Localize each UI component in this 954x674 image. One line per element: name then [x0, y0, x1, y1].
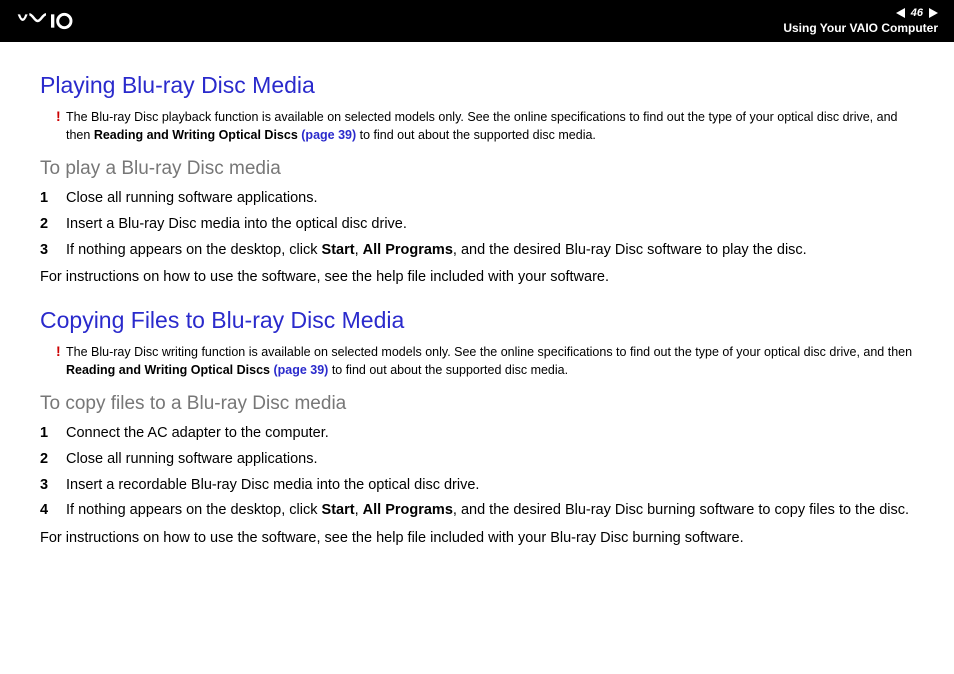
step-text: If nothing appears on the desktop, click…: [66, 240, 914, 262]
step-number: 2: [40, 449, 66, 471]
note-text: The Blu-ray Disc writing function is ava…: [66, 345, 912, 359]
subhead-play: To play a Blu-ray Disc media: [40, 158, 914, 180]
header-right: 46 Using Your VAIO Computer: [783, 7, 938, 35]
header-bar: 46 Using Your VAIO Computer: [0, 0, 954, 42]
step-text: Insert a recordable Blu-ray Disc media i…: [66, 475, 914, 497]
subhead-copy: To copy files to a Blu-ray Disc media: [40, 393, 914, 415]
note-copying: ! The Blu-ray Disc writing function is a…: [66, 344, 914, 379]
alert-icon: !: [56, 342, 61, 362]
page-nav: 46: [896, 7, 938, 19]
after-steps-copy: For instructions on how to use the softw…: [40, 528, 914, 550]
step-number: 3: [40, 475, 66, 497]
step-number: 1: [40, 188, 66, 210]
step-text: Close all running software applications.: [66, 449, 914, 471]
step-number: 1: [40, 423, 66, 445]
step-item: 3Insert a recordable Blu-ray Disc media …: [40, 475, 914, 497]
steps-play: 1Close all running software applications…: [40, 188, 914, 261]
page-number: 46: [911, 7, 923, 19]
alert-icon: !: [56, 107, 61, 127]
step-number: 4: [40, 500, 66, 522]
heading-copying: Copying Files to Blu-ray Disc Media: [40, 307, 914, 334]
step-text: If nothing appears on the desktop, click…: [66, 500, 914, 522]
heading-playing: Playing Blu-ray Disc Media: [40, 72, 914, 99]
step-text: Insert a Blu-ray Disc media into the opt…: [66, 214, 914, 236]
step-number: 3: [40, 240, 66, 262]
page-ref-link[interactable]: (page 39): [301, 128, 356, 142]
step-text: Close all running software applications.: [66, 188, 914, 210]
note-bold: Reading and Writing Optical Discs: [94, 128, 301, 142]
steps-copy: 1Connect the AC adapter to the computer.…: [40, 423, 914, 522]
step-item: 1Connect the AC adapter to the computer.: [40, 423, 914, 445]
prev-page-icon[interactable]: [896, 8, 905, 18]
next-page-icon[interactable]: [929, 8, 938, 18]
note-bold: Reading and Writing Optical Discs: [66, 363, 273, 377]
step-number: 2: [40, 214, 66, 236]
section-label: Using Your VAIO Computer: [783, 21, 938, 35]
page-content: Playing Blu-ray Disc Media ! The Blu-ray…: [0, 42, 954, 588]
step-item: 2Close all running software applications…: [40, 449, 914, 471]
step-item: 4If nothing appears on the desktop, clic…: [40, 500, 914, 522]
step-item: 3If nothing appears on the desktop, clic…: [40, 240, 914, 262]
page-ref-link[interactable]: (page 39): [273, 363, 328, 377]
step-item: 1Close all running software applications…: [40, 188, 914, 210]
step-item: 2Insert a Blu-ray Disc media into the op…: [40, 214, 914, 236]
note-text-post: to find out about the supported disc med…: [356, 128, 596, 142]
note-text-post: to find out about the supported disc med…: [328, 363, 568, 377]
note-playing: ! The Blu-ray Disc playback function is …: [66, 109, 914, 144]
vaio-logo: [16, 11, 116, 31]
after-steps-play: For instructions on how to use the softw…: [40, 267, 914, 289]
step-text: Connect the AC adapter to the computer.: [66, 423, 914, 445]
